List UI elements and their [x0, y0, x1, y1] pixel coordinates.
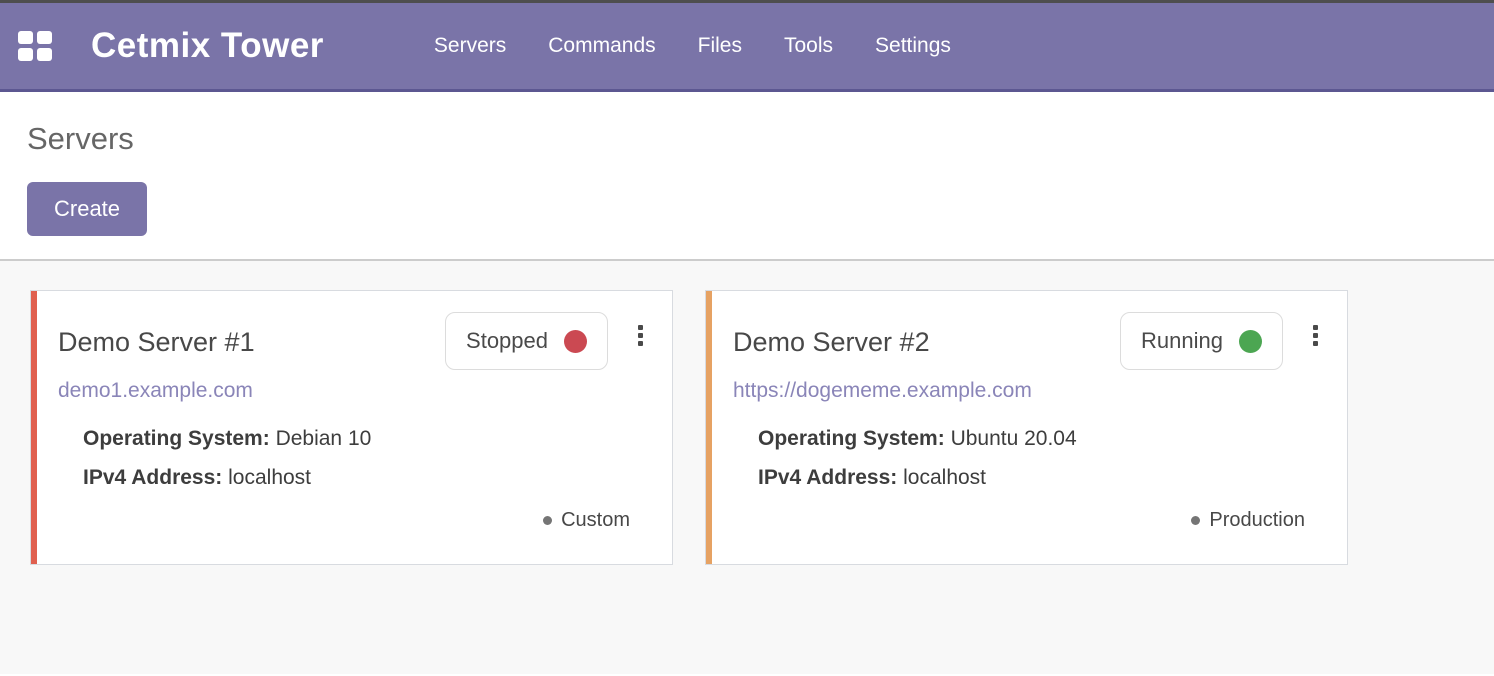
field-value: Ubuntu 20.04 — [951, 427, 1077, 450]
page-header: Servers Create — [0, 92, 1494, 259]
tag-label: Production — [1209, 509, 1305, 532]
status-button[interactable]: Running — [1120, 312, 1283, 370]
field-label: Operating System: — [758, 427, 945, 450]
kebab-menu-icon[interactable] — [1310, 322, 1321, 349]
field-value: Debian 10 — [276, 427, 372, 450]
status-button[interactable]: Stopped — [445, 312, 608, 370]
status-dot-icon — [564, 330, 587, 353]
field-operating-system: Operating System: Debian 10 — [83, 419, 646, 458]
server-url-link[interactable]: https://dogememe.example.com — [733, 379, 1032, 403]
field-value: localhost — [228, 466, 311, 489]
card-header: Demo Server #2 Running — [733, 312, 1321, 370]
app-brand-title[interactable]: Cetmix Tower — [91, 26, 324, 66]
nav-item-commands[interactable]: Commands — [548, 34, 655, 58]
card-color-stripe — [706, 291, 712, 564]
tag-dot-icon — [1191, 516, 1200, 525]
nav-item-servers[interactable]: Servers — [434, 34, 506, 58]
page-title: Servers — [27, 121, 1464, 157]
kebab-dot — [638, 333, 643, 338]
nav-item-settings[interactable]: Settings — [875, 34, 951, 58]
server-title: Demo Server #2 — [733, 327, 930, 358]
field-ipv4-address: IPv4 Address: localhost — [83, 458, 646, 497]
card-header: Demo Server #1 Stopped — [58, 312, 646, 370]
field-operating-system: Operating System: Ubuntu 20.04 — [758, 419, 1321, 458]
nav-item-files[interactable]: Files — [698, 34, 742, 58]
kebab-dot — [638, 341, 643, 346]
field-label: Operating System: — [83, 427, 270, 450]
kebab-dot — [1313, 341, 1318, 346]
apps-grid-icon[interactable] — [18, 31, 54, 62]
card-color-stripe — [31, 291, 37, 564]
field-ipv4-address: IPv4 Address: localhost — [758, 458, 1321, 497]
apps-grid-square — [37, 31, 52, 44]
tag-dot-icon — [543, 516, 552, 525]
tag-label: Custom — [561, 509, 630, 532]
status-dot-icon — [1239, 330, 1262, 353]
server-card-demo-1[interactable]: Demo Server #1 Stopped demo1.example.com… — [30, 290, 673, 565]
apps-grid-square — [37, 48, 52, 61]
kanban-content-area: Demo Server #1 Stopped demo1.example.com… — [0, 259, 1494, 674]
nav-item-tools[interactable]: Tools — [784, 34, 833, 58]
server-card-demo-2[interactable]: Demo Server #2 Running https://dogememe.… — [705, 290, 1348, 565]
kebab-dot — [638, 325, 643, 330]
apps-grid-square — [18, 48, 33, 61]
status-label: Running — [1141, 328, 1223, 354]
status-label: Stopped — [466, 328, 548, 354]
kebab-dot — [1313, 325, 1318, 330]
top-navbar: Cetmix Tower Servers Commands Files Tool… — [0, 3, 1494, 92]
tag-row: Custom — [58, 509, 646, 532]
server-fields-list: Operating System: Ubuntu 20.04 IPv4 Addr… — [733, 419, 1321, 497]
field-label: IPv4 Address: — [83, 466, 222, 489]
kebab-menu-icon[interactable] — [635, 322, 646, 349]
tag-row: Production — [733, 509, 1321, 532]
main-menu: Servers Commands Files Tools Settings — [434, 34, 951, 58]
server-title: Demo Server #1 — [58, 327, 255, 358]
create-button[interactable]: Create — [27, 182, 147, 236]
server-url-link[interactable]: demo1.example.com — [58, 379, 253, 403]
kebab-dot — [1313, 333, 1318, 338]
apps-grid-square — [18, 31, 33, 44]
server-fields-list: Operating System: Debian 10 IPv4 Address… — [58, 419, 646, 497]
field-label: IPv4 Address: — [758, 466, 897, 489]
field-value: localhost — [903, 466, 986, 489]
